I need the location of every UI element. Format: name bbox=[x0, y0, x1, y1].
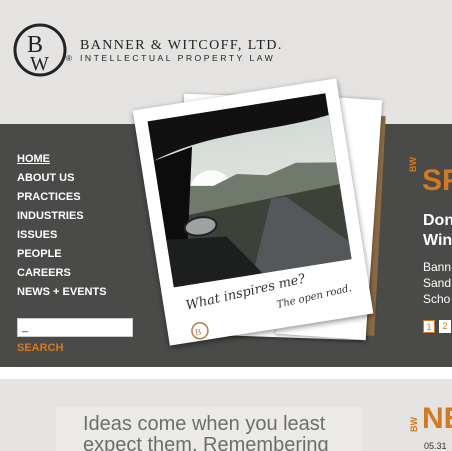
pager-page-2[interactable]: 2 bbox=[439, 320, 451, 333]
quote-text: Ideas come when you least expect them. R… bbox=[83, 414, 329, 451]
feature-heading-line: Win bbox=[423, 232, 452, 249]
search-button[interactable]: SEARCH bbox=[17, 342, 63, 354]
feature-body-line: Bann bbox=[423, 260, 452, 274]
polaroid-logo-icon: B bbox=[188, 319, 211, 342]
nav-news-events[interactable]: NEWS + EVENTS bbox=[17, 283, 107, 302]
nav-industries[interactable]: INDUSTRIES bbox=[17, 207, 107, 226]
feature-body-line: Sand bbox=[423, 276, 452, 290]
nav-issues[interactable]: ISSUES bbox=[17, 226, 107, 245]
firm-subtitle: INTELLECTUAL PROPERTY LAW bbox=[80, 53, 276, 63]
feature-heading[interactable]: Don Win bbox=[423, 211, 452, 251]
feature-tag: BW bbox=[408, 157, 418, 172]
quote-panel: Ideas come when you least expect them. R… bbox=[56, 407, 362, 451]
firm-name: BANNER & WITCOFF, LTD. bbox=[80, 38, 283, 53]
firm-logo[interactable]: B W bbox=[12, 22, 68, 78]
svg-text:B: B bbox=[194, 327, 202, 338]
hero-polaroid[interactable]: What inspires me? The open road. B bbox=[132, 78, 374, 346]
feature-body: Bann Sand Scho bbox=[423, 259, 451, 307]
feature-pager: 1 2 bbox=[423, 320, 451, 333]
svg-text:W: W bbox=[30, 53, 49, 75]
nav-home[interactable]: HOME bbox=[17, 150, 107, 169]
site-header: B W ® BANNER & WITCOFF, LTD. INTELLECTUA… bbox=[0, 0, 452, 100]
quote-line: Ideas come when you least bbox=[83, 413, 326, 435]
search-input[interactable]: _ bbox=[17, 318, 133, 337]
band-divider bbox=[0, 367, 452, 379]
feature-body-line: Scho bbox=[423, 292, 451, 306]
main-nav: HOME ABOUT US PRACTICES INDUSTRIES ISSUE… bbox=[17, 150, 107, 302]
pager-page-1[interactable]: 1 bbox=[423, 320, 435, 333]
nav-practices[interactable]: PRACTICES bbox=[17, 188, 107, 207]
nav-careers[interactable]: CAREERS bbox=[17, 264, 107, 283]
news-title: NE bbox=[422, 402, 452, 435]
nav-people[interactable]: PEOPLE bbox=[17, 245, 107, 264]
feature-title: SF bbox=[422, 164, 452, 197]
news-date: 05.31 bbox=[424, 441, 447, 451]
registered-mark: ® bbox=[66, 54, 72, 63]
feature-heading-line: Don bbox=[423, 212, 452, 229]
nav-about-us[interactable]: ABOUT US bbox=[17, 169, 107, 188]
road-photo bbox=[147, 93, 352, 288]
quote-line: expect them. Remembering bbox=[83, 434, 329, 451]
news-tag: BW bbox=[409, 417, 419, 432]
